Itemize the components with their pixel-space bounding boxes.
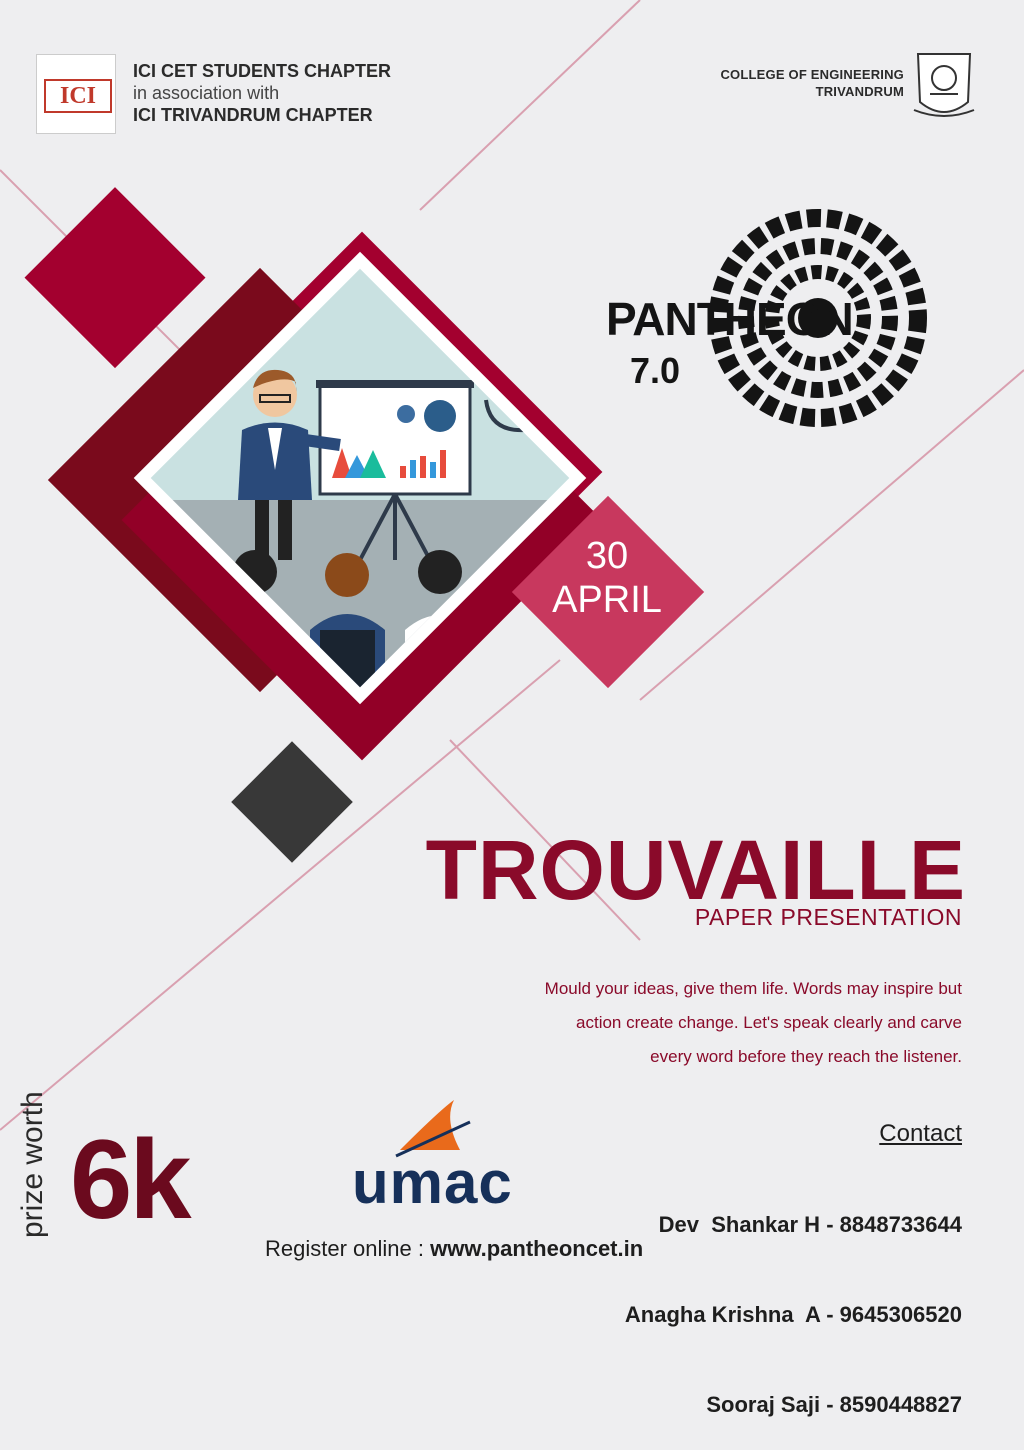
register-url[interactable]: www.pantheoncet.in (430, 1236, 643, 1261)
register-line: Register online : www.pantheoncet.in (265, 1236, 643, 1262)
prize-label: prize worth (16, 1091, 49, 1238)
description-line-2: action create change. Let's speak clearl… (576, 1013, 962, 1032)
organizer-line-3: ICI TRIVANDRUM CHAPTER (133, 105, 373, 125)
contact-name: Anagha Krishna A (624, 1302, 821, 1327)
date-month: APRIL (552, 579, 662, 621)
gray-diamond (231, 741, 353, 863)
contact-phone[interactable]: 9645306520 (840, 1302, 962, 1327)
ici-logo-icon: ICI (36, 54, 116, 134)
organizer-line-1: ICI CET STUDENTS CHAPTER (133, 61, 392, 81)
event-date: 30 APRIL (532, 518, 682, 668)
contact-heading: Contact (879, 1120, 962, 1147)
crimson-diamond-small (24, 187, 206, 369)
description-line-3: every word before they reach the listene… (650, 1047, 962, 1066)
sponsor-name: umac (352, 1149, 513, 1216)
contact-phone[interactable]: 8590448827 (840, 1392, 962, 1417)
contact-row: Sooraj Saji - 8590448827 (706, 1392, 962, 1417)
organizer-block: ICI CET STUDENTS CHAPTER in association … (133, 60, 391, 126)
date-day: 30 (585, 535, 629, 577)
event-subtitle: PAPER PRESENTATION (694, 904, 962, 930)
event-description: Mould your ideas, give them life. Words … (482, 972, 962, 1074)
college-line-2: TRIVANDRUM (815, 84, 904, 99)
college-line-1: COLLEGE OF ENGINEERING (720, 67, 904, 82)
contact-name: Dev Shankar H (658, 1212, 821, 1237)
college-emblem-icon (913, 53, 975, 117)
register-label: Register online : (265, 1236, 431, 1261)
contact-row: Anagha Krishna A - 9645306520 (624, 1302, 962, 1327)
contact-name: Sooraj Saji (706, 1392, 821, 1417)
college-block: COLLEGE OF ENGINEERING TRIVANDRUM (720, 66, 904, 100)
fest-version: 7.0 (630, 350, 681, 391)
contact-row: Dev Shankar H - 8848733644 (658, 1212, 962, 1237)
prize-value: 6k (70, 1117, 192, 1242)
fest-name: PANTHEON (606, 293, 854, 345)
organizer-line-2: in association with (133, 83, 280, 103)
contact-list: Dev Shankar H - 8848733644 Anagha Krishn… (625, 1150, 962, 1450)
contact-phone[interactable]: 8848733644 (840, 1212, 962, 1237)
ici-logo-text: ICI (44, 79, 112, 113)
description-line-1: Mould your ideas, give them life. Words … (544, 979, 962, 998)
background-decoration (0, 0, 1024, 1158)
